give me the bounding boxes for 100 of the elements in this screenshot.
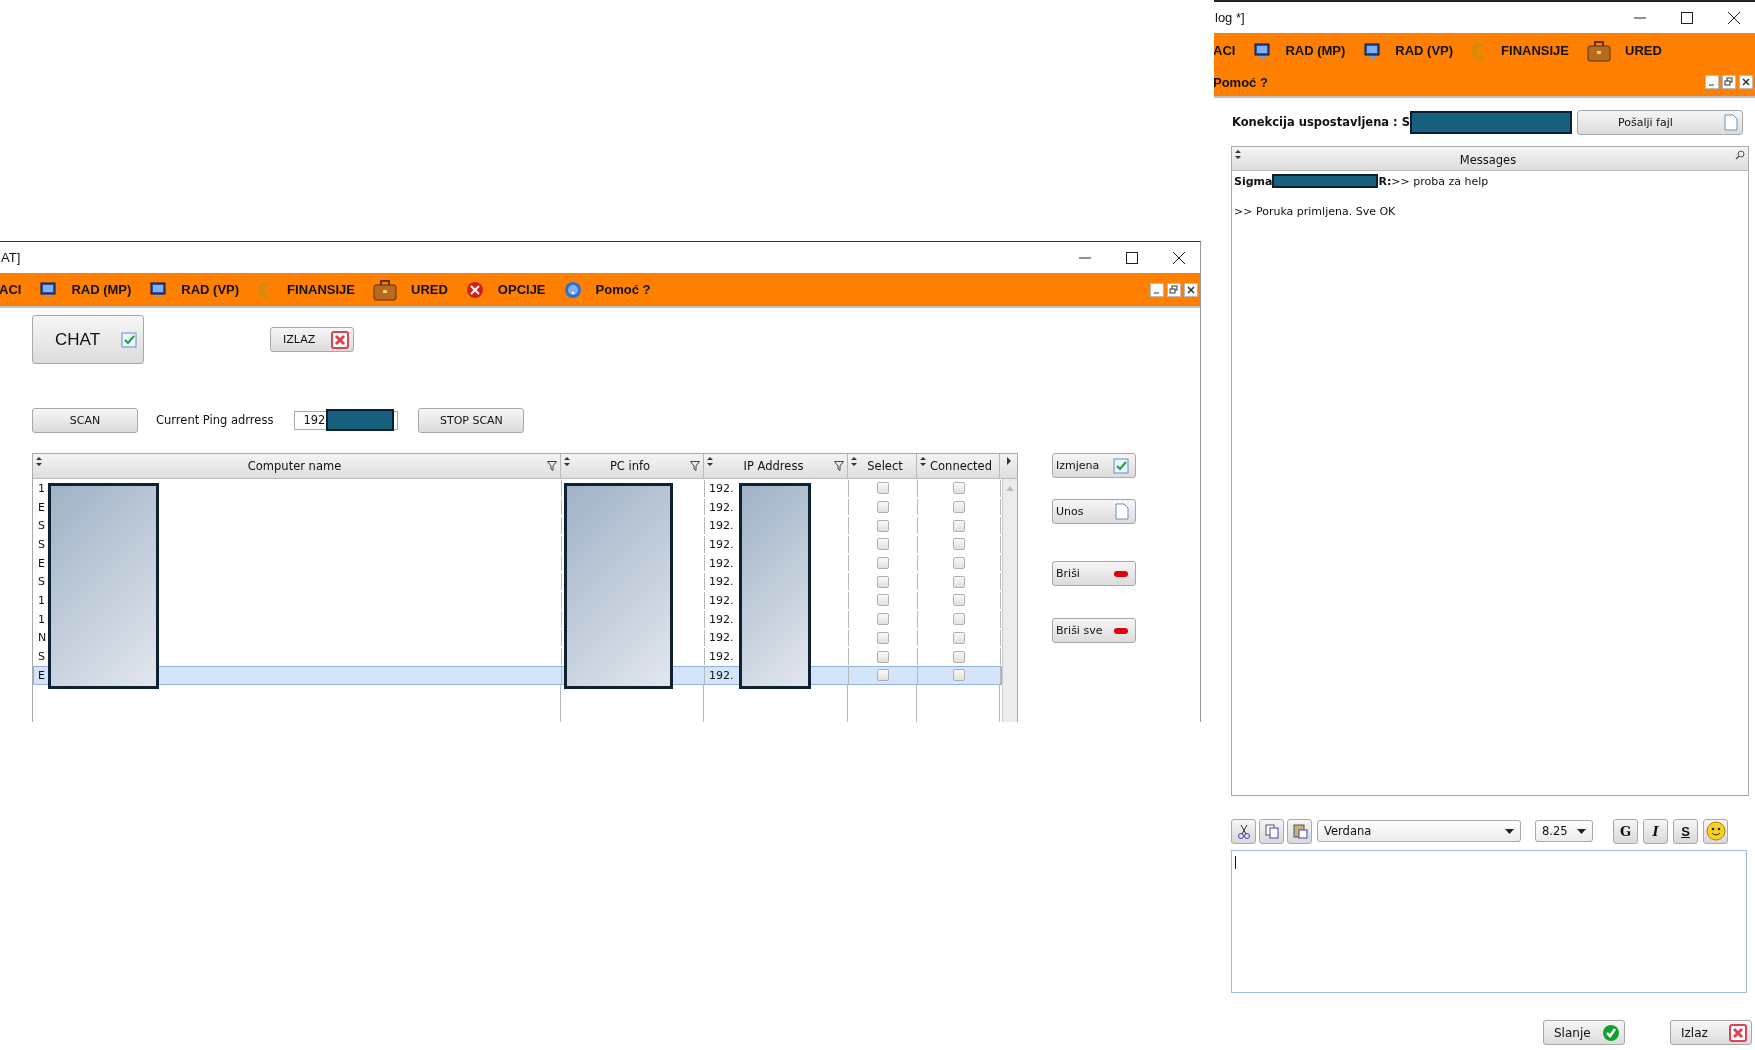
checkbox[interactable]: [877, 650, 889, 663]
menu-item[interactable]: Pomoć ?: [595, 282, 651, 297]
maximize-icon[interactable]: [1125, 250, 1139, 265]
checkbox[interactable]: [953, 538, 965, 551]
search-icon[interactable]: [1735, 150, 1745, 160]
checkbox[interactable]: [877, 669, 889, 682]
toolbar-button[interactable]: [1259, 818, 1284, 844]
smiley-icon: [1705, 821, 1726, 841]
checkbox[interactable]: [877, 482, 889, 495]
ping-address-field[interactable]: 192: [294, 410, 399, 430]
sort-icon[interactable]: [920, 457, 926, 466]
side-button[interactable]: Briši: [1052, 561, 1136, 586]
close-icon[interactable]: [1172, 250, 1186, 265]
chat-button[interactable]: CHAT: [32, 315, 144, 364]
checkbox[interactable]: [953, 613, 965, 626]
menu-item[interactable]: FINANSIJE: [1501, 43, 1569, 58]
stop-scan-button[interactable]: STOP SCAN: [418, 407, 525, 433]
minimize-icon[interactable]: [1705, 75, 1719, 89]
column-header[interactable]: IP Address: [704, 454, 848, 478]
menu-item[interactable]: RAD (VP): [1395, 43, 1454, 58]
close-icon[interactable]: [1727, 10, 1741, 25]
checkbox[interactable]: [877, 613, 889, 626]
checkbox[interactable]: [877, 575, 889, 588]
monitor-icon: [149, 280, 168, 299]
restore-icon[interactable]: [1167, 282, 1181, 297]
toolbar-button[interactable]: [1703, 818, 1728, 844]
menu-item[interactable]: RAD (VP): [181, 282, 240, 297]
column-header[interactable]: Connected: [917, 454, 1000, 478]
format-button[interactable]: S: [1673, 818, 1698, 844]
close-icon: [331, 330, 349, 349]
menu-item[interactable]: ACI: [0, 282, 22, 297]
checkbox[interactable]: [877, 594, 889, 607]
format-button[interactable]: G: [1613, 818, 1638, 844]
column-header[interactable]: PC info: [561, 454, 704, 478]
minus-icon: [1113, 626, 1129, 635]
checkbox[interactable]: [953, 631, 965, 644]
menu-item[interactable]: RAD (MP): [71, 282, 132, 297]
redaction-block: [326, 409, 395, 431]
menu-item[interactable]: ACI: [1214, 43, 1236, 58]
panel-title: Messages: [1459, 152, 1517, 167]
scroll-up-icon[interactable]: [1006, 485, 1014, 491]
side-button[interactable]: Unos: [1052, 499, 1136, 524]
checkbox[interactable]: [953, 650, 965, 663]
checkbox[interactable]: [877, 519, 889, 532]
column-header[interactable]: Select: [848, 454, 917, 478]
side-button[interactable]: Izmjena: [1052, 453, 1136, 478]
close-icon[interactable]: [1739, 75, 1753, 89]
chevron-right-icon[interactable]: [1005, 457, 1012, 465]
menu-item[interactable]: RAD (MP): [1285, 43, 1346, 58]
menu-item[interactable]: URED: [411, 282, 448, 297]
checkbox[interactable]: [953, 575, 965, 588]
sort-icon[interactable]: [851, 457, 857, 466]
exit-button[interactable]: Izlaz: [1670, 1020, 1752, 1045]
font-dropdown[interactable]: Verdana: [1317, 820, 1521, 842]
send-button[interactable]: Slanje: [1543, 1020, 1625, 1045]
minimize-icon[interactable]: [1150, 282, 1164, 297]
send-file-button[interactable]: Pošalji fajl: [1577, 109, 1743, 135]
message-input[interactable]: [1231, 850, 1747, 993]
briefcase-icon: [1587, 39, 1611, 62]
scrollbar[interactable]: [1002, 479, 1017, 722]
exit-button[interactable]: IZLAZ: [270, 327, 354, 352]
menu-item[interactable]: OPCIJE: [497, 282, 546, 297]
checkbox[interactable]: [953, 594, 965, 607]
format-button[interactable]: I: [1643, 818, 1668, 844]
sort-icon[interactable]: [36, 457, 42, 466]
menu-item[interactable]: URED: [1625, 43, 1662, 58]
toolbar-button[interactable]: [1287, 818, 1312, 844]
scan-button[interactable]: SCAN: [32, 407, 138, 433]
checkbox[interactable]: [953, 519, 965, 532]
monitor-icon: [1253, 41, 1272, 60]
close-icon: [1729, 1023, 1747, 1042]
menu-item[interactable]: Pomoć ?: [1214, 74, 1268, 90]
checkbox[interactable]: [953, 557, 965, 570]
checkbox[interactable]: [953, 501, 965, 514]
filter-icon[interactable]: [834, 461, 844, 471]
checkbox[interactable]: [877, 538, 889, 551]
checkmark-icon: [1602, 1023, 1620, 1042]
window-title: AT]: [0, 250, 21, 265]
menu-item[interactable]: FINANSIJE: [287, 282, 355, 297]
checkbox[interactable]: [953, 669, 965, 682]
window-title: log *]: [1214, 10, 1245, 25]
side-button[interactable]: Briši sve: [1052, 618, 1136, 643]
checkbox[interactable]: [953, 482, 965, 495]
column-header[interactable]: Computer name: [33, 454, 561, 478]
toolbar-button[interactable]: [1231, 818, 1256, 844]
checkbox[interactable]: [877, 501, 889, 514]
font-size-dropdown[interactable]: 8.25: [1535, 820, 1593, 842]
message-text: R:>> proba za help: [1378, 174, 1489, 188]
filter-icon[interactable]: [547, 461, 557, 471]
maximize-icon[interactable]: [1680, 10, 1694, 25]
sort-icon[interactable]: [707, 457, 713, 466]
checklist-icon: [1113, 457, 1129, 474]
checkbox[interactable]: [877, 631, 889, 644]
sort-icon[interactable]: [564, 457, 570, 466]
checkbox[interactable]: [877, 557, 889, 570]
sort-icon[interactable]: [1235, 150, 1241, 159]
close-icon[interactable]: [1184, 282, 1198, 297]
filter-icon[interactable]: [690, 461, 700, 471]
monitor-icon: [39, 280, 58, 299]
restore-icon[interactable]: [1722, 75, 1736, 89]
